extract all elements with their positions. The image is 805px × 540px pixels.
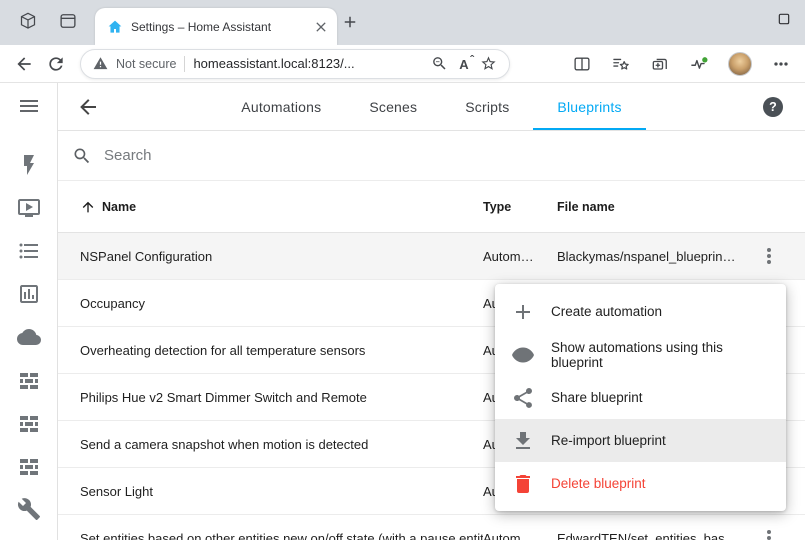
context-menu-item-label: Delete blueprint <box>551 476 646 491</box>
energy-icon[interactable] <box>17 153 41 177</box>
context-menu-item-label: Show automations using this blueprint <box>551 340 770 370</box>
column-header-file[interactable]: File name <box>557 200 749 214</box>
collections-icon[interactable] <box>650 54 670 74</box>
ha-sidebar <box>0 83 58 540</box>
import-icon <box>511 429 535 453</box>
context-menu-item[interactable]: Share blueprint <box>495 376 786 419</box>
column-label-name: Name <box>102 200 136 214</box>
favorites-icon[interactable] <box>611 54 631 74</box>
browser-titlebar: Settings – Home Assistant <box>0 0 805 45</box>
row-file: Blackymas/nspanel_blueprin… <box>557 249 749 264</box>
favorite-star-icon[interactable] <box>480 55 497 72</box>
table-header: Name Type File name <box>58 181 805 233</box>
eye-icon <box>511 343 535 367</box>
row-overflow-menu-icon[interactable] <box>757 244 781 268</box>
not-secure-warning-icon <box>93 56 108 71</box>
new-tab-button[interactable] <box>341 13 359 31</box>
tab-label: Automations <box>241 99 321 115</box>
media-icon[interactable] <box>17 196 41 220</box>
wrench-icon[interactable] <box>17 497 41 521</box>
tab-blueprints[interactable]: Blueprints <box>533 83 645 130</box>
history-icon[interactable] <box>17 282 41 306</box>
help-button[interactable] <box>763 97 783 117</box>
address-divider <box>184 56 185 72</box>
plus-icon <box>511 300 535 324</box>
tab-scenes[interactable]: Scenes <box>345 83 441 130</box>
row-type: Autom… <box>483 531 557 540</box>
tab-label: Scenes <box>369 99 417 115</box>
bricks-icon[interactable] <box>17 368 41 392</box>
context-menu-item-label: Create automation <box>551 304 662 319</box>
workspaces-icon[interactable] <box>18 11 38 31</box>
sort-ascending-icon <box>80 199 96 215</box>
context-menu-item[interactable]: Re-import blueprint <box>495 419 786 462</box>
search-input[interactable] <box>104 147 789 164</box>
url-text: homeassistant.local:8123/... <box>193 56 423 71</box>
context-menu-item[interactable]: Show automations using this blueprint <box>495 333 786 376</box>
row-name: Set entities based on other entities new… <box>80 531 483 540</box>
browser-menu-icon[interactable] <box>771 54 791 74</box>
row-overflow-menu-icon[interactable] <box>757 526 781 540</box>
refresh-icon[interactable] <box>46 54 66 74</box>
row-name: Send a camera snapshot when motion is de… <box>80 437 483 452</box>
row-type: Autom… <box>483 249 557 264</box>
tab-title: Settings – Home Assistant <box>131 20 305 34</box>
column-header-type[interactable]: Type <box>483 200 557 214</box>
row-name: NSPanel Configuration <box>80 249 483 264</box>
row-name: Sensor Light <box>80 484 483 499</box>
ha-tab-bar: Automations Scenes Scripts Blueprints <box>58 83 805 130</box>
context-menu-item-label: Share blueprint <box>551 390 643 405</box>
home-assistant-favicon <box>107 19 123 35</box>
search-icon <box>72 146 92 166</box>
browser-essentials-icon[interactable] <box>689 54 709 74</box>
tab-label: Scripts <box>465 99 509 115</box>
bricks-icon[interactable] <box>17 454 41 478</box>
address-bar[interactable]: Not secure homeassistant.local:8123/... <box>80 49 510 79</box>
tab-scripts[interactable]: Scripts <box>441 83 533 130</box>
tab-automations[interactable]: Automations <box>217 83 345 130</box>
row-name: Philips Hue v2 Smart Dimmer Switch and R… <box>80 390 483 405</box>
tab-label: Blueprints <box>557 99 621 115</box>
row-name: Overheating detection for all temperatur… <box>80 343 483 358</box>
row-name: Occupancy <box>80 296 483 311</box>
browser-window: Settings – Home Assistant Not secure hom… <box>0 0 805 540</box>
context-menu-item[interactable]: Delete blueprint <box>495 462 786 505</box>
context-menu-item-label: Re-import blueprint <box>551 433 666 448</box>
search-row <box>58 131 805 181</box>
maximize-button[interactable] <box>776 11 792 27</box>
navbar-right-group <box>572 52 791 76</box>
blueprint-context-menu: Create automation Show automations using… <box>495 284 786 511</box>
context-menu-item[interactable]: Create automation <box>495 290 786 333</box>
profile-avatar[interactable] <box>728 52 752 76</box>
column-header-name[interactable]: Name <box>80 199 483 215</box>
tab-actions-icon[interactable] <box>58 11 78 31</box>
back-icon[interactable] <box>14 54 34 74</box>
bricks-icon[interactable] <box>17 411 41 435</box>
row-file: EdwardTEN/set_entities_bas… <box>557 531 749 540</box>
tab-close-icon[interactable] <box>313 19 329 35</box>
security-label: Not secure <box>116 57 176 71</box>
table-row[interactable]: Set entities based on other entities new… <box>58 515 805 540</box>
browser-tab[interactable]: Settings – Home Assistant <box>95 8 337 45</box>
cloud-icon[interactable] <box>17 325 41 349</box>
logbook-icon[interactable] <box>17 239 41 263</box>
table-row[interactable]: NSPanel Configuration Autom… Blackymas/n… <box>58 233 805 280</box>
ha-header: Automations Scenes Scripts Blueprints <box>58 83 805 131</box>
delete-icon <box>511 472 535 496</box>
browser-navbar: Not secure homeassistant.local:8123/... <box>0 45 805 83</box>
zoom-out-icon[interactable] <box>431 55 448 72</box>
share-icon <box>511 386 535 410</box>
sidebar-menu-icon[interactable] <box>17 94 41 118</box>
sidebar-icons <box>17 153 41 521</box>
split-screen-icon[interactable] <box>572 54 592 74</box>
read-aloud-icon[interactable] <box>456 55 472 73</box>
